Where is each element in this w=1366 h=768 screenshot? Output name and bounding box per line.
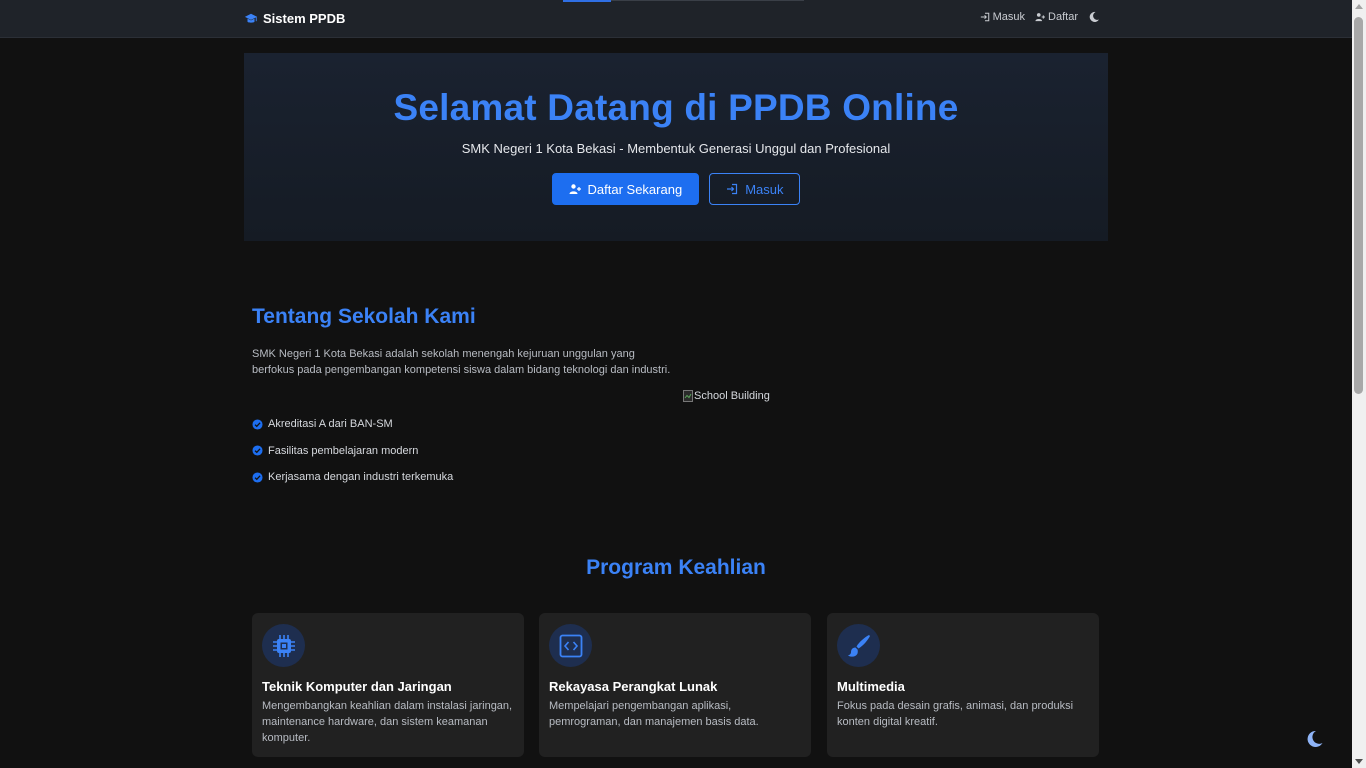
brand-link[interactable]: Sistem PPDB <box>244 11 345 26</box>
loading-bar <box>563 0 611 2</box>
card-title: Teknik Komputer dan Jaringan <box>262 679 452 694</box>
loading-bar-track <box>611 0 804 1</box>
hero-login-button[interactable]: Masuk <box>709 173 801 205</box>
hero-section: Selamat Datang di PPDB Online SMK Negeri… <box>244 53 1108 241</box>
card-icon-wrapper <box>262 624 305 667</box>
scroll-up-arrow[interactable] <box>1355 4 1363 9</box>
card-icon-wrapper <box>549 624 592 667</box>
broken-image-icon <box>683 390 693 402</box>
brush-icon <box>847 634 870 657</box>
card-description: Mengembangkan keahlian dalam instalasi j… <box>262 700 513 744</box>
nav-links: Masuk Daftar <box>980 11 1100 23</box>
feature-text: Kerjasama dengan industri terkemuka <box>268 471 454 484</box>
check-circle-icon <box>252 472 263 483</box>
nav-register-link[interactable]: Daftar <box>1035 11 1078 23</box>
check-circle-icon <box>252 445 263 456</box>
moon-icon <box>1089 11 1099 22</box>
scrollbar[interactable] <box>1352 0 1366 768</box>
card-description: Fokus pada desain grafis, animasi, dan p… <box>837 700 1074 728</box>
hero-buttons: Daftar Sekarang Masuk <box>244 173 1108 205</box>
about-description: SMK Negeri 1 Kota Bekasi adalah sekolah … <box>252 348 671 376</box>
nav-login-label: Masuk <box>992 11 1026 23</box>
register-now-label: Daftar Sekarang <box>587 181 683 197</box>
card-title: Rekayasa Perangkat Lunak <box>549 679 718 694</box>
image-alt-text: School Building <box>694 390 770 402</box>
brand-name: Sistem PPDB <box>263 11 346 26</box>
program-card-tkj: Teknik Komputer dan Jaringan Mengembangk… <box>252 613 524 757</box>
nav-login-link[interactable]: Masuk <box>980 11 1025 23</box>
scroll-thumb[interactable] <box>1354 17 1363 394</box>
nav-register-label: Daftar <box>1048 11 1078 23</box>
feature-list: Akreditasi A dari BAN-SM Fasilitas pembe… <box>252 411 453 491</box>
code-icon <box>559 634 582 657</box>
floating-theme-toggle[interactable] <box>1304 729 1324 749</box>
card-title: Multimedia <box>837 679 905 694</box>
login-icon <box>980 12 989 22</box>
moon-icon <box>1307 730 1323 747</box>
nav-theme-toggle[interactable] <box>1088 11 1100 23</box>
card-description: Mempelajari pengembangan aplikasi, pemro… <box>549 700 759 728</box>
check-circle-icon <box>252 419 263 430</box>
navbar: Sistem PPDB Masuk Daftar <box>0 0 1352 38</box>
programs-title: Program Keahlian <box>586 556 766 579</box>
hero-title: Selamat Datang di PPDB Online <box>393 87 959 128</box>
scroll-down-arrow[interactable] <box>1355 759 1363 764</box>
user-plus-icon <box>569 184 581 194</box>
card-icon-wrapper <box>837 624 880 667</box>
program-card-multimedia: Multimedia Fokus pada desain grafis, ani… <box>827 613 1099 757</box>
register-now-button[interactable]: Daftar Sekarang <box>551 173 700 205</box>
login-icon <box>727 183 738 195</box>
list-item: Fasilitas pembelajaran modern <box>252 438 453 465</box>
feature-text: Fasilitas pembelajaran modern <box>268 444 419 457</box>
hero-subtitle: SMK Negeri 1 Kota Bekasi - Membentuk Gen… <box>461 141 891 156</box>
cpu-icon <box>272 634 295 657</box>
list-item: Kerjasama dengan industri terkemuka <box>252 464 453 491</box>
list-item: Akreditasi A dari BAN-SM <box>252 411 453 438</box>
graduation-cap-icon <box>244 13 258 23</box>
user-plus-icon <box>1035 13 1046 22</box>
feature-text: Akreditasi A dari BAN-SM <box>268 418 393 431</box>
program-card-rpl: Rekayasa Perangkat Lunak Mempelajari pen… <box>539 613 811 757</box>
hero-login-label: Masuk <box>745 181 784 197</box>
about-title: Tentang Sekolah Kami <box>252 305 476 328</box>
school-building-image: School Building <box>683 390 770 402</box>
